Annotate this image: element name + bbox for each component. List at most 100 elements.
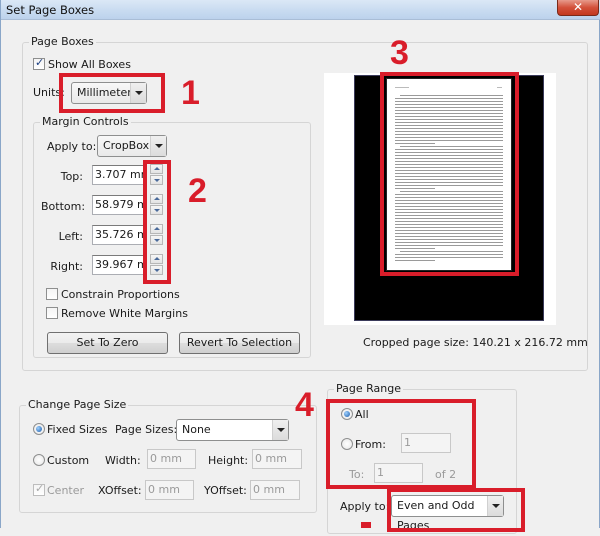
page-text-line [395, 197, 503, 198]
page-text-line [395, 194, 503, 195]
page-text-line [395, 185, 503, 186]
set-page-boxes-dialog: Set Page Boxes ✕ Page Boxes Show All Box… [0, 0, 600, 534]
range-from-radio[interactable] [341, 438, 353, 450]
bottom-margin-spinner[interactable] [150, 194, 163, 216]
spin-up-icon[interactable] [150, 194, 163, 204]
close-button[interactable]: ✕ [557, 0, 599, 16]
page-text-line [395, 104, 503, 105]
left-margin-input[interactable]: 35.726 mm [92, 225, 146, 245]
yoffset-input[interactable]: 0 mm [250, 480, 300, 500]
page-text-line [395, 203, 503, 204]
apply-to-select[interactable]: CropBox [97, 135, 167, 157]
top-margin-input[interactable]: 3.707 mm [92, 165, 146, 185]
top-margin-spinner[interactable] [150, 164, 163, 186]
left-margin-spinner[interactable] [150, 224, 163, 246]
page-text-line [395, 128, 503, 129]
spin-down-icon[interactable] [150, 205, 163, 215]
units-value: Millimeters [77, 86, 138, 99]
spin-down-icon[interactable] [150, 235, 163, 245]
yoffset-label: YOffset: [204, 484, 247, 497]
right-margin-input[interactable]: 39.967 mm [92, 255, 146, 275]
page-text-line [395, 170, 503, 171]
page-text-line [395, 110, 503, 111]
range-all-label: All [355, 408, 369, 421]
height-input[interactable]: 0 mm [252, 449, 302, 469]
range-all-radio[interactable] [341, 408, 353, 420]
annotation-marker [361, 522, 371, 528]
page-text-line [395, 176, 503, 177]
page-range-apply-to-select[interactable]: Even and Odd Pages [391, 495, 504, 532]
page-text-line [395, 182, 503, 183]
page-text-line [395, 134, 503, 135]
annotation-number-4: 4 [295, 386, 314, 424]
page-text-line [395, 233, 503, 234]
custom-radio[interactable] [33, 454, 45, 466]
revert-to-selection-button[interactable]: Revert To Selection [179, 332, 300, 354]
bottom-margin-input[interactable]: 58.979 mm [92, 195, 146, 215]
page-text-line [395, 161, 503, 162]
page-text-line [400, 146, 503, 147]
range-to-input[interactable]: 1 [374, 463, 423, 483]
chevron-down-icon [150, 136, 166, 156]
width-input[interactable]: 0 mm [147, 449, 196, 469]
title-bar[interactable]: Set Page Boxes ✕ [1, 0, 600, 20]
chevron-down-icon [487, 496, 503, 516]
page-text-line [395, 152, 503, 153]
custom-label: Custom [47, 454, 90, 467]
constrain-proportions-label: Constrain Proportions [61, 288, 180, 301]
page-text-line [400, 95, 503, 96]
apply-to-value: CropBox [103, 139, 150, 152]
page-range-legend: Page Range [334, 382, 403, 395]
range-to-label: To: [349, 468, 365, 481]
page-text-line [395, 242, 503, 243]
page-text-line [400, 191, 503, 192]
page-sizes-select[interactable]: None [176, 419, 289, 441]
change-page-size-legend: Change Page Size [26, 398, 129, 411]
page-boxes-legend: Page Boxes [29, 35, 96, 48]
height-label: Height: [208, 454, 249, 467]
spin-up-icon[interactable] [150, 164, 163, 174]
center-checkbox[interactable] [33, 482, 45, 496]
xoffset-input[interactable]: 0 mm [145, 480, 194, 500]
page-text-line [395, 245, 503, 246]
range-from-input[interactable]: 1 [401, 433, 451, 453]
spin-up-icon[interactable] [150, 224, 163, 234]
right-margin-spinner[interactable] [150, 254, 163, 276]
page-text-line [395, 215, 503, 216]
page-text-line [395, 218, 503, 219]
page-text-line [395, 131, 503, 132]
apply-to-label: Apply to: [47, 140, 97, 153]
fixed-sizes-label: Fixed Sizes [47, 423, 108, 436]
page-text-line [395, 227, 503, 228]
page-text-line [395, 248, 435, 249]
show-all-boxes-checkbox[interactable] [33, 56, 45, 70]
page-text-line [395, 149, 503, 150]
page-text-line [395, 236, 503, 237]
spin-down-icon[interactable] [150, 265, 163, 275]
page-text-line [395, 188, 435, 189]
remove-white-margins-checkbox[interactable] [46, 307, 58, 319]
chevron-down-icon [272, 420, 288, 440]
constrain-proportions-checkbox[interactable] [46, 288, 58, 300]
page-text-line [395, 155, 503, 156]
page-text-line [395, 221, 503, 222]
page-sizes-label: Page Sizes: [115, 423, 178, 436]
page-text-line [395, 173, 503, 174]
page-text-line [395, 101, 503, 102]
page-text-line [395, 143, 435, 144]
window-title: Set Page Boxes [6, 3, 95, 17]
page-range-apply-to-label: Apply to: [340, 500, 390, 513]
left-label: Left: [58, 230, 83, 243]
page-text-line [395, 239, 503, 240]
units-select[interactable]: Millimeters [71, 82, 147, 104]
page-text-line [395, 179, 503, 180]
spin-up-icon[interactable] [150, 254, 163, 264]
center-label: Center [47, 484, 85, 497]
spin-down-icon[interactable] [150, 175, 163, 185]
set-to-zero-button[interactable]: Set To Zero [47, 332, 168, 354]
page-text-line [395, 209, 503, 210]
page-text-line [395, 224, 503, 225]
running-header [395, 87, 409, 88]
show-all-boxes-label: Show All Boxes [48, 58, 131, 71]
fixed-sizes-radio[interactable] [33, 423, 45, 435]
